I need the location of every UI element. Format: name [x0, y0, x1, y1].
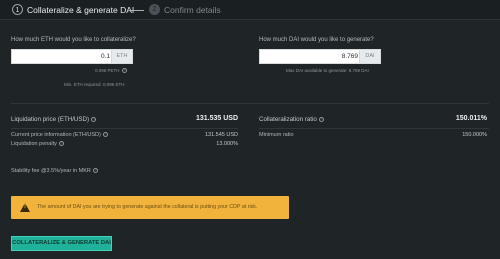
collateralization-ratio-info-icon[interactable] — [318, 116, 324, 122]
max-dai-available: Max DAI available to generate: 8.769 DAI — [286, 68, 369, 73]
step-2: 2 Confirm details — [149, 4, 221, 15]
peth-conversion: 0.096 PETH — [95, 68, 127, 74]
stability-fee-info-icon[interactable] — [92, 168, 98, 174]
step-1: 1 Collateralize & generate DAI — [12, 4, 134, 15]
collateralize-generate-dai-button[interactable]: COLLATERALIZE & GENERATE DAI — [11, 236, 112, 251]
current-price-value: 131.545 USD — [204, 132, 238, 138]
minimum-ratio-value: 150.000% — [462, 132, 487, 138]
stability-fee-text: Stability fee @3.5%/year in MKR — [11, 168, 91, 174]
current-price-info-icon[interactable] — [102, 132, 108, 138]
risk-warning-banner: The amount of DAI you are trying to gene… — [11, 196, 289, 219]
liquidation-penalty-value: 13.000% — [216, 141, 238, 147]
stability-fee: Stability fee @3.5%/year in MKR — [11, 168, 98, 174]
divider — [259, 128, 489, 129]
eth-amount-field[interactable]: ETH — [11, 49, 133, 64]
liquidation-penalty-info-icon[interactable] — [58, 141, 64, 147]
dai-unit-label: DAI — [359, 50, 380, 63]
collateralization-ratio-label-text: Collateralization ratio — [259, 116, 317, 123]
step-2-number: 2 — [149, 4, 160, 15]
risk-warning-text: The amount of DAI you are trying to gene… — [37, 204, 258, 210]
step-1-number: 1 — [12, 4, 23, 15]
minimum-ratio-label: Minimum ratio — [259, 132, 294, 138]
collateralization-ratio-label: Collateralization ratio — [259, 116, 324, 123]
eth-amount-input[interactable] — [12, 50, 114, 63]
current-price-label-text: Current price information (ETH/USD) — [11, 132, 101, 138]
dai-amount-field[interactable]: DAI — [259, 49, 381, 64]
current-price-label: Current price information (ETH/USD) — [11, 132, 108, 138]
step-connector — [131, 10, 144, 11]
liquidation-penalty-label-text: Liquidation penalty — [11, 141, 57, 147]
min-eth-required: Min. ETH required: 0.096 ETH — [64, 82, 125, 87]
liquidation-price-info-icon[interactable] — [91, 116, 97, 122]
warning-triangle-icon — [20, 203, 30, 212]
liquidation-price-label: Liquidation price (ETH/USD) — [11, 116, 97, 123]
eth-unit-label: ETH — [111, 50, 132, 63]
liquidation-penalty-label: Liquidation penalty — [11, 141, 64, 147]
dai-question-label: How much DAI would you like to generate? — [259, 37, 374, 43]
step-2-label: Confirm details — [164, 4, 221, 15]
collateralization-ratio-value: 150.011% — [455, 115, 487, 122]
peth-value: 0.096 PETH — [95, 68, 120, 73]
peth-info-icon[interactable] — [121, 68, 127, 74]
divider — [11, 103, 489, 104]
stepper-header: 1 Collateralize & generate DAI 2 Confirm… — [0, 0, 500, 20]
divider — [11, 128, 238, 129]
dai-amount-input[interactable] — [260, 50, 362, 63]
liquidation-price-label-text: Liquidation price (ETH/USD) — [11, 116, 90, 123]
liquidation-price-value: 131.535 USD — [195, 115, 238, 122]
step-1-label: Collateralize & generate DAI — [27, 4, 135, 15]
eth-question-label: How much ETH would you like to collatera… — [11, 37, 136, 43]
